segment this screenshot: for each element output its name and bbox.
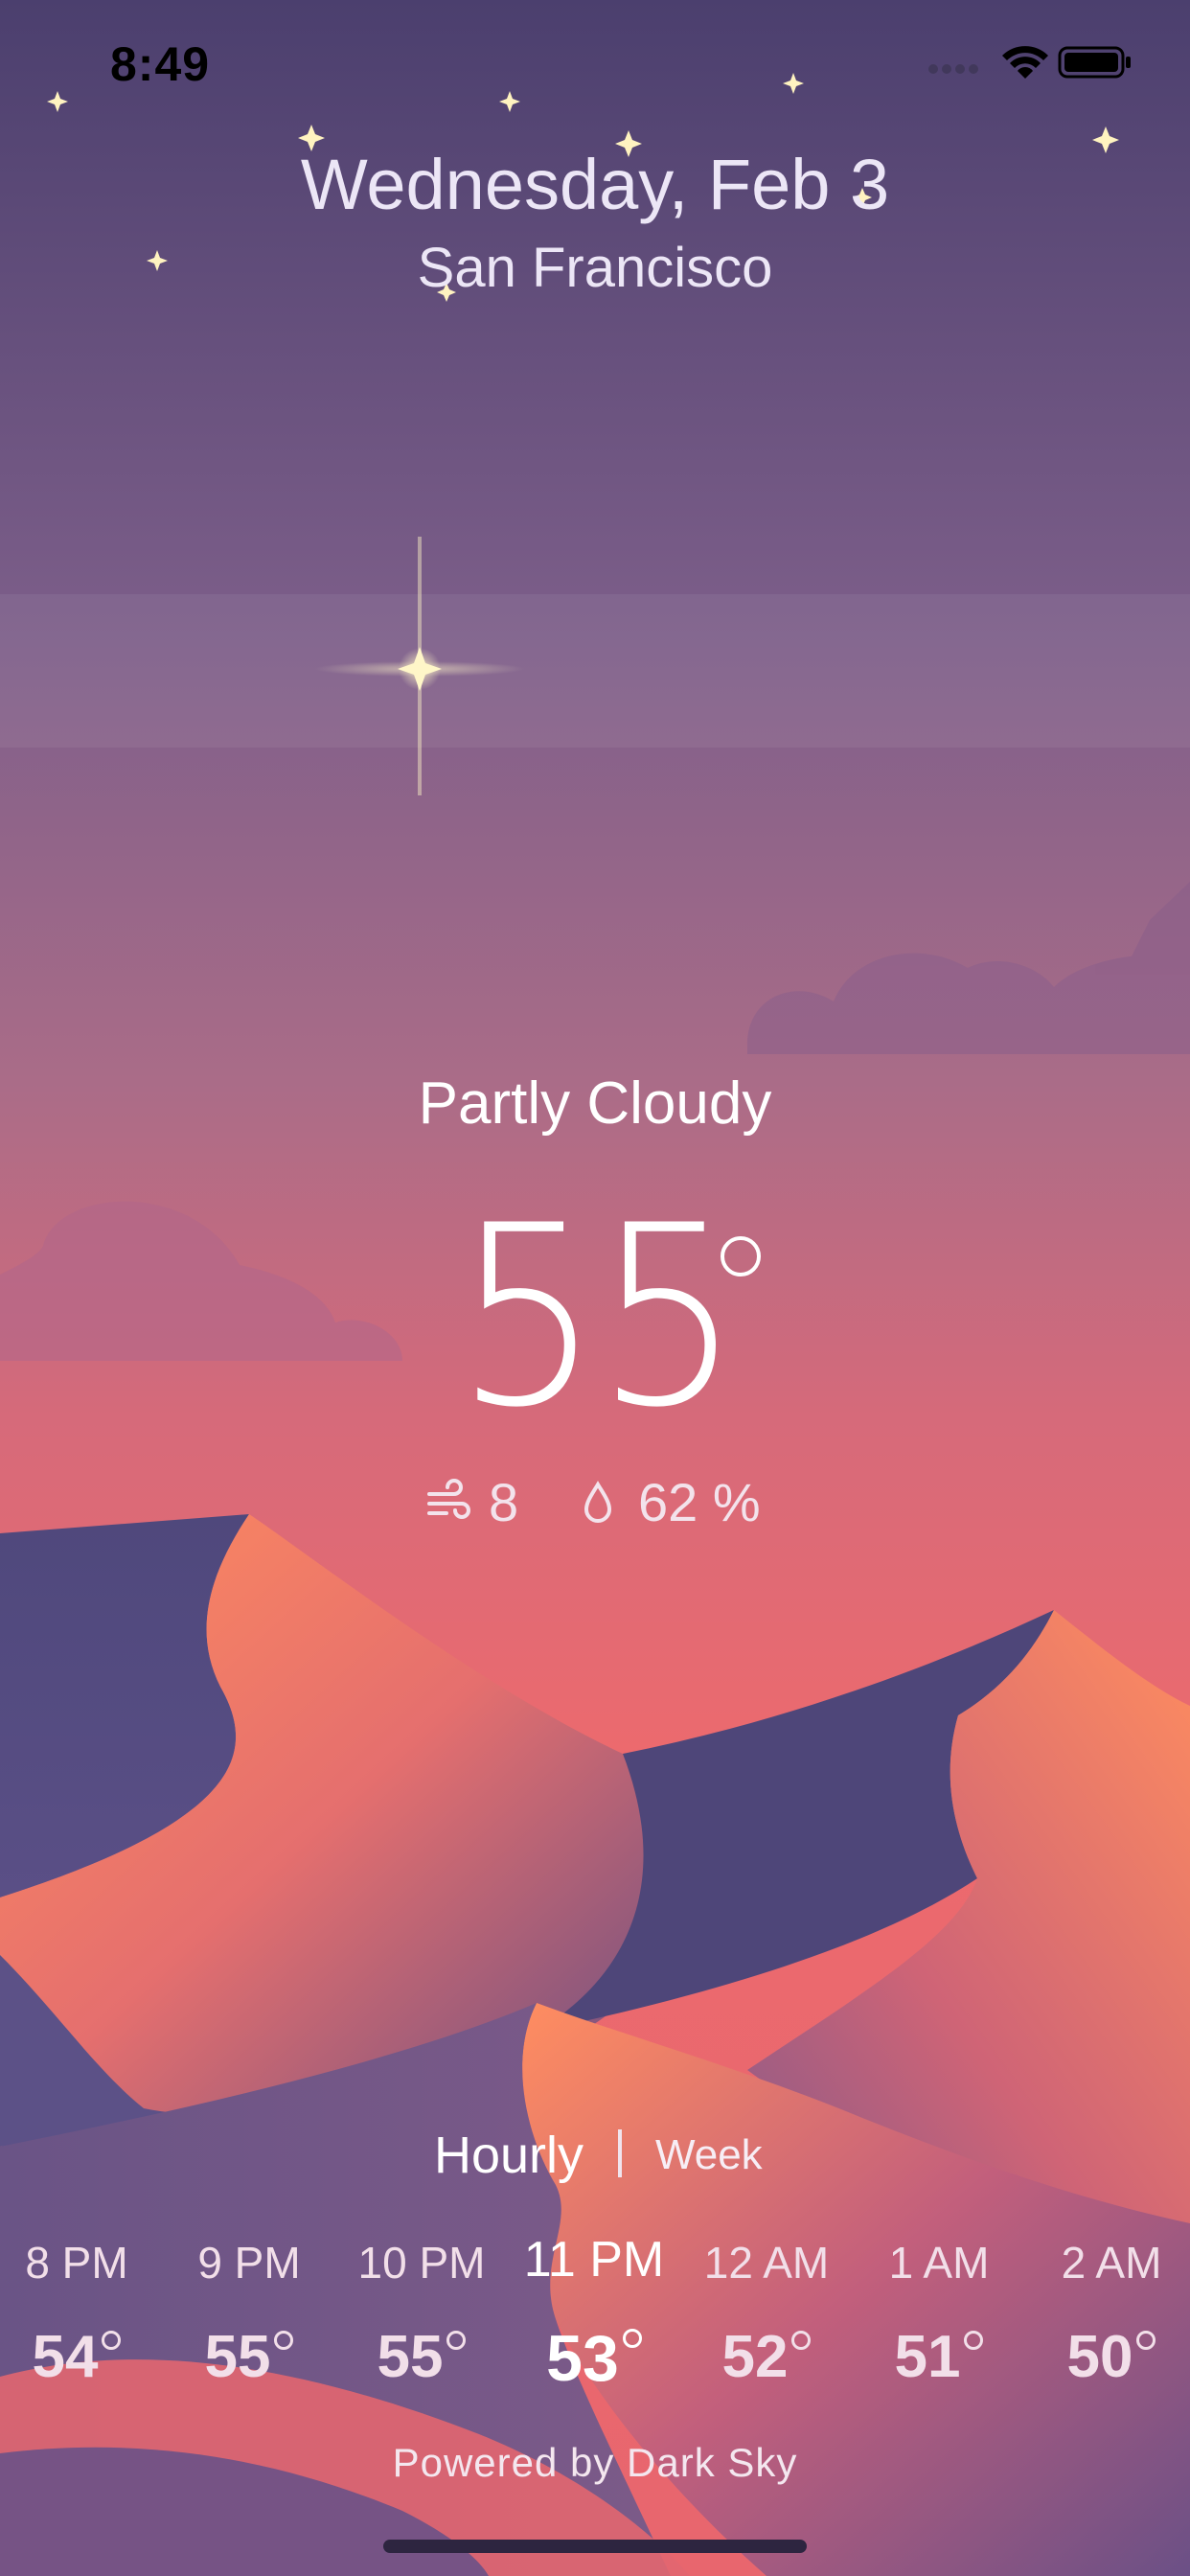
hourly-temp: 52 xyxy=(680,2323,853,2391)
hourly-item[interactable]: 2 AM 50 xyxy=(1025,2237,1190,2391)
status-icons xyxy=(928,46,1131,79)
weather-metrics: 8 62 % xyxy=(0,1471,1190,1538)
powered-by[interactable]: Powered by Dark Sky xyxy=(0,2440,1190,2486)
hourly-item[interactable]: 10 PM 55 xyxy=(335,2237,508,2391)
degree-icon xyxy=(274,2331,294,2350)
hourly-item[interactable]: 1 AM 51 xyxy=(853,2237,1025,2391)
hourly-time: 11 PM xyxy=(523,2232,665,2288)
hourly-time: 2 AM xyxy=(1061,2238,1162,2288)
degree-icon xyxy=(1136,2331,1156,2350)
status-time: 8:49 xyxy=(110,37,211,91)
date-heading: Wednesday, Feb 3 xyxy=(300,145,890,224)
signal-icon xyxy=(928,64,978,74)
hourly-temp-value: 52 xyxy=(721,2324,789,2390)
tab-week[interactable]: Week xyxy=(655,2131,763,2179)
degree-icon xyxy=(964,2331,984,2350)
wind-icon xyxy=(427,1479,470,1519)
hourly-temp-value: 55 xyxy=(377,2324,444,2390)
tab-divider xyxy=(618,2129,622,2177)
degree-icon xyxy=(721,1236,761,1276)
home-indicator[interactable] xyxy=(383,2540,807,2553)
battery-icon xyxy=(1058,46,1131,79)
degree-icon xyxy=(102,2331,122,2350)
condition-label: Partly Cloudy xyxy=(418,1070,772,1137)
current-temperature: 55 xyxy=(0,1193,1190,1442)
hourly-temp-value: 55 xyxy=(204,2324,271,2390)
hourly-item[interactable]: 9 PM 55 xyxy=(163,2237,335,2391)
hourly-temp: 51 xyxy=(853,2323,1025,2391)
hourly-temp: 54 xyxy=(0,2323,163,2391)
temperature-value: 55 xyxy=(454,1173,741,1462)
hourly-temp: 53 xyxy=(508,2321,680,2396)
hourly-item[interactable]: 12 AM 52 xyxy=(680,2237,853,2391)
wifi-icon xyxy=(1002,46,1048,79)
hourly-time: 8 PM xyxy=(25,2238,128,2288)
hourly-temp-value: 53 xyxy=(546,2322,619,2395)
hourly-time: 12 AM xyxy=(703,2238,830,2288)
hourly-temp: 55 xyxy=(335,2323,508,2391)
hourly-time: 9 PM xyxy=(197,2238,301,2288)
humidity-icon xyxy=(584,1481,612,1523)
hourly-forecast[interactable]: 8 PM 54 9 PM 55 10 PM 55 11 PM 53 12 AM 52 1 AM 51 2… xyxy=(0,2232,1190,2409)
tab-hourly[interactable]: Hourly xyxy=(434,2126,584,2185)
hourly-temp: 55 xyxy=(163,2323,335,2391)
degree-icon xyxy=(446,2331,467,2350)
hourly-time: 1 AM xyxy=(888,2238,990,2288)
hourly-item[interactable]: 8 PM 54 xyxy=(0,2237,163,2391)
forecast-tabs: Hourly Week xyxy=(0,2126,1190,2193)
hourly-item[interactable]: 11 PM 53 xyxy=(508,2232,680,2396)
degree-icon xyxy=(622,2329,642,2348)
hourly-temp-value: 54 xyxy=(32,2324,99,2390)
wind-speed: 8 xyxy=(489,1472,519,1532)
humidity-value: 62 % xyxy=(638,1472,761,1532)
hourly-time: 10 PM xyxy=(357,2238,486,2288)
hourly-temp-value: 51 xyxy=(894,2324,961,2390)
hourly-temp: 50 xyxy=(1025,2323,1190,2391)
hourly-temp-value: 50 xyxy=(1066,2324,1133,2390)
degree-icon xyxy=(791,2331,812,2350)
city-name[interactable]: San Francisco xyxy=(0,236,1190,300)
